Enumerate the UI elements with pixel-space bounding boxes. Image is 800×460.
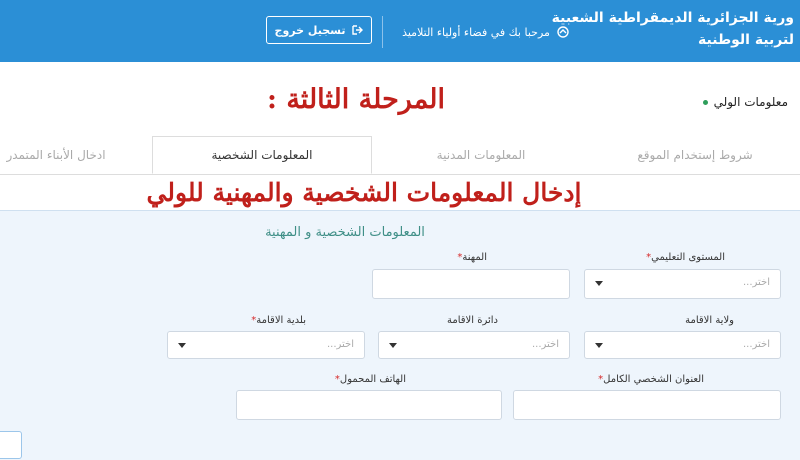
logout-button[interactable]: تسجيل خروج: [266, 16, 372, 44]
chevron-down-icon: [595, 343, 603, 348]
education-level-select[interactable]: اختر...: [584, 269, 781, 299]
parent-info-label: معلومات الولي: [713, 95, 788, 109]
profession-input[interactable]: [372, 269, 570, 299]
bullet-dot-icon: [702, 99, 708, 105]
chevron-down-icon: [178, 343, 186, 348]
mobile-phone-input[interactable]: [236, 390, 502, 420]
residence-wilaya-select[interactable]: اختر...: [584, 331, 781, 359]
residence-wilaya-label: ولاية الاقامة: [685, 315, 734, 326]
top-header-bar: ورية الجزائرية الديمقراطية الشعبية لتربي…: [0, 0, 800, 62]
residence-commune-label: بلدية الاقامة*: [251, 315, 306, 326]
ministry-title-line2: لتربية الوطنية: [698, 32, 794, 48]
logout-label: تسجيل خروج: [274, 23, 346, 37]
education-level-label: المستوى التعليمي*: [646, 252, 725, 263]
next-button-partial[interactable]: [0, 431, 22, 459]
stage-overlay-caption: المرحلة الثالثة :: [266, 84, 446, 115]
mobile-phone-label: الهاتف المحمول*: [334, 374, 406, 385]
chevron-down-icon: [595, 281, 603, 286]
tab-personal-info[interactable]: المعلومات الشخصية: [152, 136, 372, 174]
welcome-message: مرحبا بك في فضاء أولياء التلاميذ: [382, 16, 589, 48]
section-title: المعلومات الشخصية و المهنية: [265, 225, 425, 240]
logout-arrow-icon: [352, 25, 364, 35]
chevron-down-icon: [389, 343, 397, 348]
full-address-input[interactable]: [513, 390, 781, 420]
step-tabs: شروط إستخدام الموقع المعلومات المدنية ال…: [0, 136, 800, 175]
home-hand-icon: [557, 26, 569, 38]
tab-site-terms[interactable]: شروط إستخدام الموقع: [590, 136, 800, 174]
residence-commune-select[interactable]: اختر...: [167, 331, 365, 359]
tab-enter-children[interactable]: ادخال الأبناء المتمدر: [0, 136, 152, 174]
full-address-label: العنوان الشخصي الكامل*: [598, 374, 704, 385]
profession-label: المهنة*: [457, 252, 487, 263]
tab-civil-info[interactable]: المعلومات المدنية: [372, 136, 590, 174]
residence-daira-label: دائرة الاقامة: [447, 315, 498, 326]
parent-info-item[interactable]: معلومات الولي: [702, 95, 788, 109]
personal-info-form-panel: المعلومات الشخصية و المهنية المستوى التع…: [0, 210, 800, 460]
residence-daira-select[interactable]: اختر...: [378, 331, 570, 359]
welcome-text: مرحبا بك في فضاء أولياء التلاميذ: [402, 25, 550, 39]
title-overlay-caption: إدخال المعلومات الشخصية والمهنية للولي: [146, 178, 582, 207]
